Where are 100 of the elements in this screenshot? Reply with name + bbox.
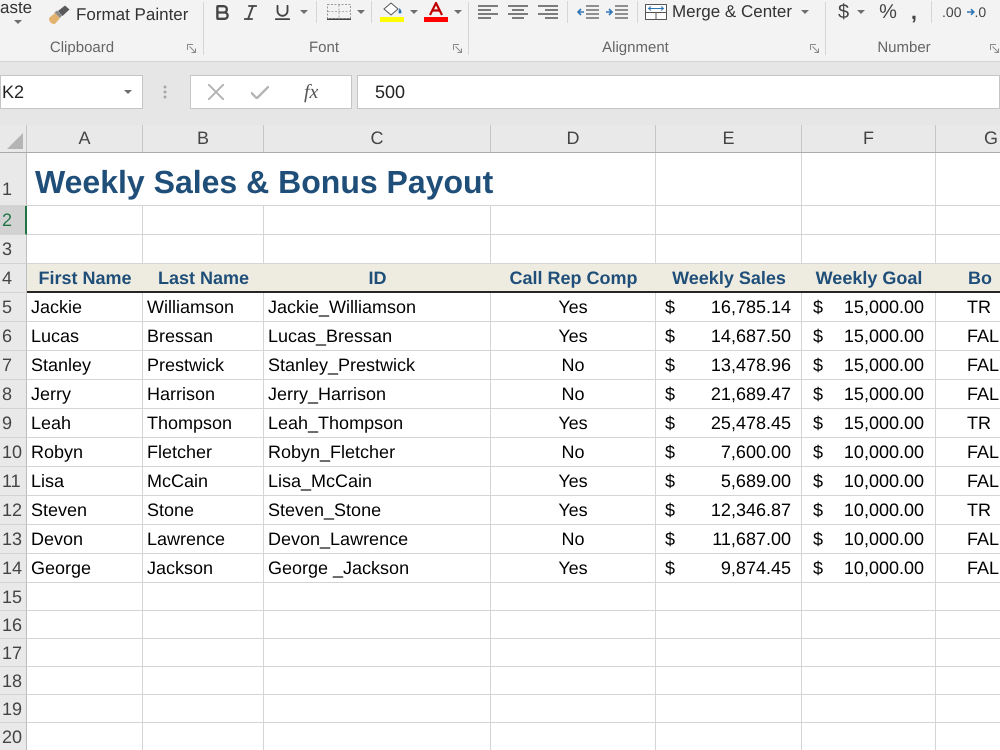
column-header[interactable]: A	[27, 125, 143, 152]
row-header[interactable]: 8	[0, 380, 27, 409]
empty-cell[interactable]	[656, 667, 802, 695]
empty-cell[interactable]	[656, 206, 802, 235]
row-header[interactable]: 11	[0, 467, 27, 496]
column-header[interactable]: E	[656, 125, 802, 152]
percent-button[interactable]: %	[879, 1, 897, 23]
empty-cell[interactable]	[802, 667, 936, 695]
currency-symbol: $	[813, 412, 824, 434]
first-name: Stanley	[31, 354, 92, 376]
empty-cell[interactable]	[491, 639, 656, 667]
empty-cell[interactable]	[264, 611, 491, 639]
caret-icon[interactable]	[454, 10, 462, 14]
caret-icon[interactable]	[300, 10, 308, 14]
dialog-launcher-icon[interactable]	[990, 44, 999, 52]
column-header[interactable]: B	[143, 125, 264, 152]
bold-icon[interactable]	[216, 4, 229, 20]
row-header[interactable]: 15	[0, 583, 27, 611]
empty-cell[interactable]	[143, 583, 264, 611]
decrease-decimal-button[interactable]: .00 .0	[942, 4, 986, 20]
italic-icon[interactable]	[244, 4, 257, 20]
empty-cell[interactable]	[802, 206, 936, 235]
caret-icon[interactable]	[801, 10, 809, 14]
empty-cell[interactable]	[143, 639, 264, 667]
caret-icon[interactable]	[857, 10, 866, 14]
empty-cell[interactable]	[491, 206, 656, 235]
fill-color-icon[interactable]	[380, 2, 404, 22]
format-painter-button[interactable]: Format Painter	[48, 3, 188, 27]
row-header[interactable]: 5	[0, 293, 27, 322]
font-color-icon[interactable]	[424, 2, 448, 22]
caret-icon[interactable]	[14, 20, 22, 24]
align-center-icon[interactable]	[508, 5, 528, 19]
column-header[interactable]: F	[802, 125, 936, 152]
last-name: Jackson	[147, 557, 214, 579]
caret-icon[interactable]	[124, 90, 132, 94]
underline-icon[interactable]	[275, 4, 290, 20]
empty-cell[interactable]	[264, 206, 491, 235]
column-header[interactable]: D	[491, 125, 656, 152]
increase-indent-icon[interactable]	[606, 5, 628, 19]
empty-cell[interactable]	[491, 611, 656, 639]
dialog-launcher-icon[interactable]	[187, 44, 196, 52]
currency-button[interactable]: $	[838, 1, 866, 23]
empty-cell[interactable]	[143, 667, 264, 695]
check-icon[interactable]	[251, 86, 269, 98]
cancel-icon[interactable]	[208, 84, 224, 100]
empty-cell[interactable]	[143, 695, 264, 723]
row-header[interactable]: 19	[0, 695, 27, 723]
borders-icon[interactable]	[327, 4, 351, 20]
empty-cell[interactable]	[802, 695, 936, 723]
row-header[interactable]: 3	[0, 235, 27, 264]
employee-id: Lucas_Bressan	[268, 325, 392, 347]
empty-cell[interactable]	[143, 206, 264, 235]
empty-cell[interactable]	[656, 639, 802, 667]
empty-cell[interactable]	[491, 667, 656, 695]
row-header[interactable]: 14	[0, 554, 27, 583]
column-header[interactable]: G	[936, 125, 1000, 152]
empty-cell[interactable]	[656, 153, 802, 206]
vertical-dots-icon[interactable]	[163, 85, 167, 99]
column-header[interactable]: C	[264, 125, 491, 152]
row-header[interactable]: 20	[0, 723, 27, 750]
empty-cell[interactable]	[802, 153, 936, 206]
empty-cell[interactable]	[264, 695, 491, 723]
empty-cell[interactable]	[264, 639, 491, 667]
row-header[interactable]: 2	[0, 206, 27, 235]
select-all-icon[interactable]	[7, 133, 23, 149]
row-header[interactable]: 1	[0, 153, 27, 206]
empty-cell[interactable]	[656, 611, 802, 639]
empty-cell[interactable]	[491, 695, 656, 723]
comma-style-button[interactable]: ,	[910, 1, 918, 23]
caret-icon[interactable]	[357, 10, 365, 14]
empty-cell[interactable]	[656, 695, 802, 723]
dialog-launcher-icon[interactable]	[453, 44, 462, 52]
merge-center-button[interactable]: Merge & Center	[645, 2, 809, 22]
row-header[interactable]: 4	[0, 264, 27, 293]
formula-field[interactable]: 500	[357, 75, 1000, 109]
empty-cell[interactable]	[491, 583, 656, 611]
row-header[interactable]: 7	[0, 351, 27, 380]
row-header[interactable]: 13	[0, 525, 27, 554]
row-header[interactable]: 12	[0, 496, 27, 525]
dialog-launcher-icon[interactable]	[810, 44, 819, 52]
row-header[interactable]: 18	[0, 667, 27, 695]
row-header[interactable]: 10	[0, 438, 27, 467]
paste-button[interactable]: aste	[0, 0, 36, 24]
empty-cell[interactable]	[802, 611, 936, 639]
row-header[interactable]: 9	[0, 409, 27, 438]
name-box[interactable]: K2	[0, 75, 143, 109]
caret-icon[interactable]	[410, 10, 418, 14]
row-header[interactable]: 16	[0, 611, 27, 639]
row-header[interactable]: 6	[0, 322, 27, 351]
insert-function-button[interactable]: fx	[304, 81, 318, 103]
align-right-icon[interactable]	[538, 5, 558, 19]
empty-cell[interactable]	[264, 583, 491, 611]
empty-cell[interactable]	[656, 583, 802, 611]
decrease-indent-icon[interactable]	[577, 5, 599, 19]
row-header[interactable]: 17	[0, 639, 27, 667]
empty-cell[interactable]	[143, 611, 264, 639]
align-left-icon[interactable]	[478, 5, 498, 19]
empty-cell[interactable]	[802, 583, 936, 611]
empty-cell[interactable]	[264, 667, 491, 695]
empty-cell[interactable]	[802, 639, 936, 667]
